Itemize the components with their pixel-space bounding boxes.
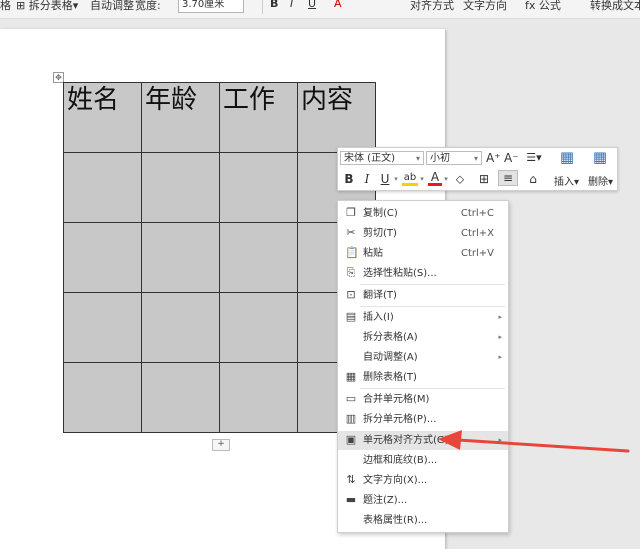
- annotation-arrow-icon: [438, 430, 630, 453]
